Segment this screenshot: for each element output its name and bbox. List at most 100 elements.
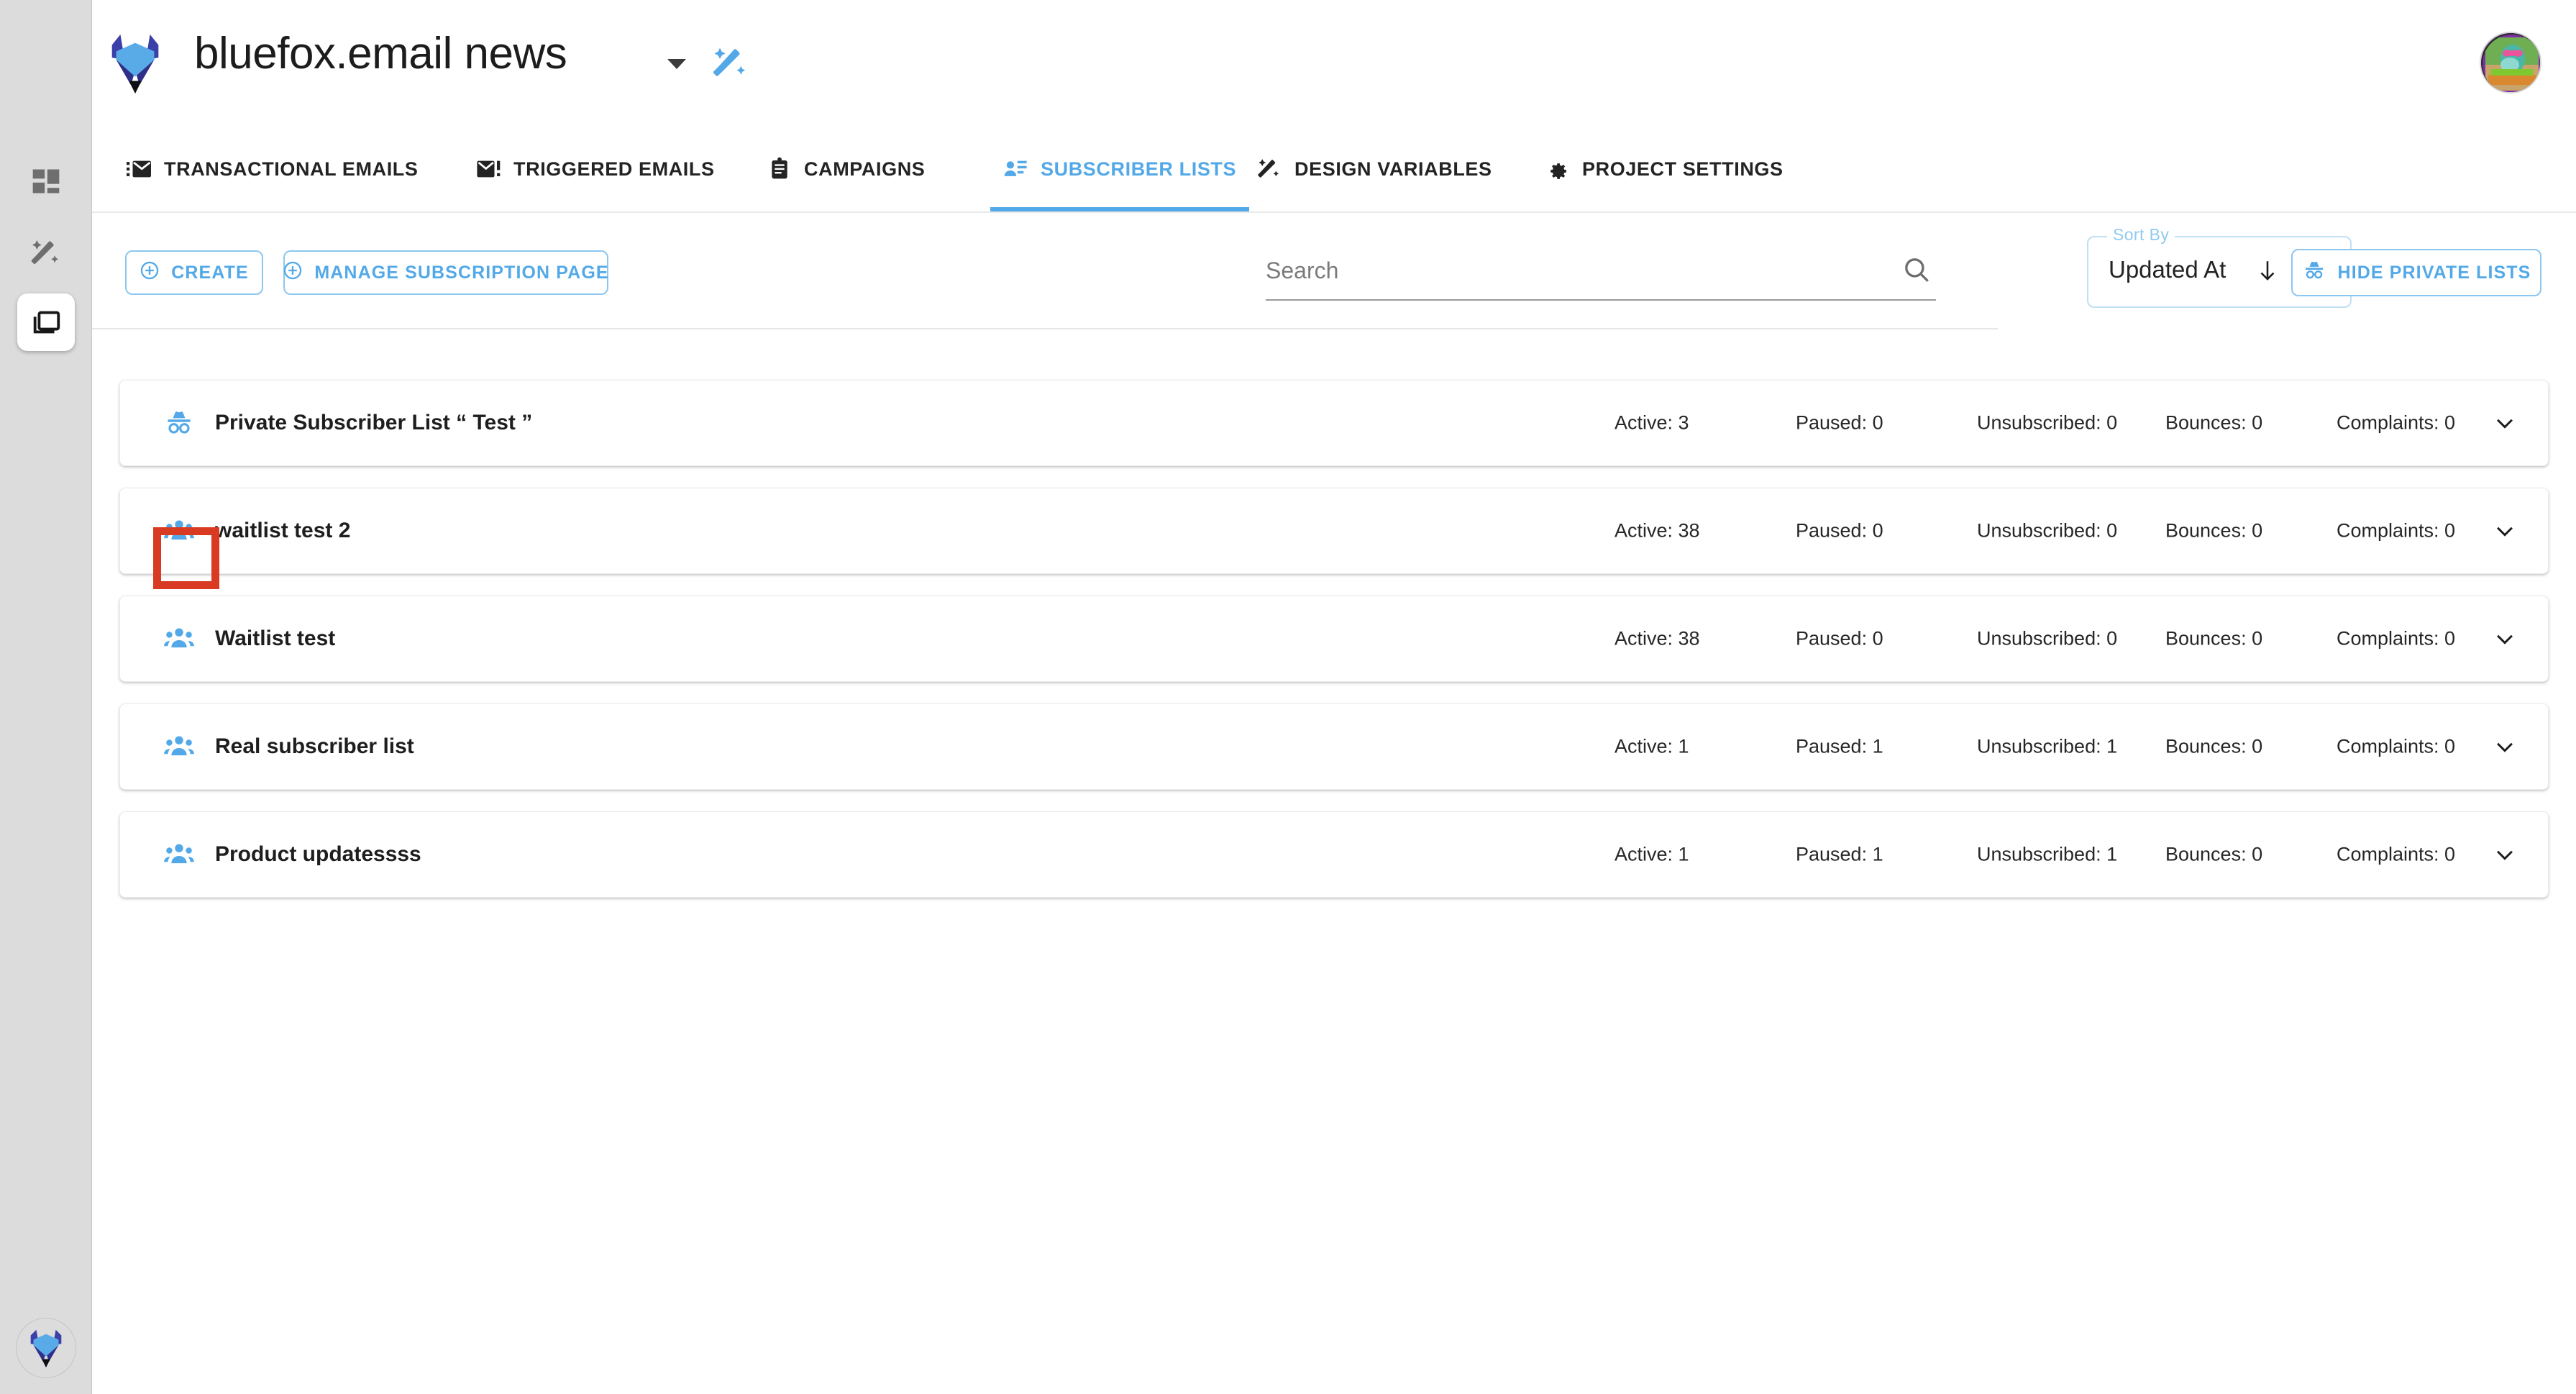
stat-bounces: Bounces: 0	[2165, 843, 2263, 865]
create-button-label: CREATE	[171, 262, 249, 283]
subscriber-list-icon	[1003, 157, 1028, 181]
transactional-email-icon	[127, 157, 151, 181]
group-people-icon	[162, 514, 196, 548]
table-row[interactable]: waitlist test 2 Active: 38 Paused: 0 Uns…	[119, 488, 2549, 574]
table-row[interactable]: Real subscriber list Active: 1 Paused: 1…	[119, 703, 2549, 790]
rail-item-design[interactable]	[17, 224, 75, 282]
incognito-icon	[162, 406, 196, 440]
app-logo[interactable]	[92, 20, 178, 106]
list-item-stats: Active: 1 Paused: 1 Unsubscribed: 1 Boun…	[1614, 736, 2479, 758]
expand-row-chevron-down-icon[interactable]	[2489, 623, 2521, 655]
hide-private-lists-button[interactable]: HIDE PRIVATE LISTS	[2291, 249, 2541, 296]
toolbar-divider	[92, 328, 1998, 329]
stat-complaints: Complaints: 0	[2337, 735, 2456, 757]
stat-unsubscribed: Unsubscribed: 1	[1977, 735, 2118, 757]
app-header: bluefox.email news	[92, 0, 2576, 127]
campaign-icon	[768, 157, 791, 181]
expand-row-chevron-down-icon[interactable]	[2489, 515, 2521, 547]
tab-subscriber-lists[interactable]: SUBSCRIBER LISTS	[990, 127, 1250, 211]
table-row[interactable]: Waitlist test Active: 38 Paused: 0 Unsub…	[119, 596, 2549, 682]
subscriber-list-container: Private Subscriber List “ Test ” Active:…	[92, 380, 2576, 919]
magic-wand-icon	[30, 237, 62, 269]
list-item-stats: Active: 38 Paused: 0 Unsubscribed: 0 Bou…	[1614, 520, 2479, 542]
expand-row-chevron-down-icon[interactable]	[2489, 731, 2521, 762]
search-icon[interactable]	[1901, 255, 1932, 288]
tab-label: TRIGGERED EMAILS	[513, 158, 715, 180]
stat-complaints: Complaints: 0	[2337, 519, 2456, 542]
group-people-icon	[162, 729, 196, 764]
main-tabbar: TRANSACTIONAL EMAILS TRIGGERED EMAILS CA…	[92, 127, 2576, 213]
stat-active: Active: 1	[1614, 735, 1689, 757]
stat-unsubscribed: Unsubscribed: 0	[1977, 627, 2118, 650]
stat-active: Active: 3	[1614, 411, 1689, 434]
tab-design-variables[interactable]: DESIGN VARIABLES	[1257, 127, 1492, 211]
stat-complaints: Complaints: 0	[2337, 843, 2456, 865]
arrow-down-icon[interactable]	[2255, 256, 2280, 288]
group-people-icon	[162, 621, 196, 656]
gear-icon	[1545, 157, 1569, 181]
list-item-title: waitlist test 2	[215, 519, 351, 542]
avatar[interactable]	[2480, 32, 2541, 94]
list-item-stats: Active: 38 Paused: 0 Unsubscribed: 0 Bou…	[1614, 628, 2479, 650]
triggered-email-icon	[476, 157, 501, 181]
dashboard-grid-icon	[30, 165, 62, 197]
plus-circle-icon	[140, 260, 160, 286]
stat-complaints: Complaints: 0	[2337, 411, 2456, 434]
list-item-stats: Active: 3 Paused: 0 Unsubscribed: 0 Boun…	[1614, 412, 2479, 434]
manage-subscription-page-button[interactable]: MANAGE SUBSCRIPTION PAGE	[283, 250, 608, 295]
magic-wand-icon[interactable]	[712, 45, 749, 86]
tab-triggered-emails[interactable]: TRIGGERED EMAILS	[476, 127, 715, 211]
rail-item-projects[interactable]	[17, 293, 75, 351]
bluefox-logo-bottom[interactable]	[16, 1318, 76, 1378]
sort-by-value: Updated At	[2109, 256, 2226, 283]
chevron-down-icon[interactable]	[667, 59, 686, 69]
tab-label: TRANSACTIONAL EMAILS	[164, 158, 419, 180]
create-button[interactable]: CREATE	[125, 250, 263, 295]
list-toolbar: CREATE MANAGE SUBSCRIPTION PAGE Sort By …	[92, 213, 2576, 328]
group-people-icon	[162, 837, 196, 872]
bluefox-logo-icon	[24, 1324, 68, 1372]
rail-item-dashboard[interactable]	[17, 152, 75, 210]
page-title: bluefox.email news	[194, 29, 567, 78]
stat-unsubscribed: Unsubscribed: 0	[1977, 411, 2118, 434]
stat-complaints: Complaints: 0	[2337, 627, 2456, 650]
tab-project-settings[interactable]: PROJECT SETTINGS	[1545, 127, 1783, 211]
stat-active: Active: 38	[1614, 627, 1700, 650]
left-rail	[0, 0, 92, 1394]
tab-campaigns[interactable]: CAMPAIGNS	[768, 127, 925, 211]
list-item-stats: Active: 1 Paused: 1 Unsubscribed: 1 Boun…	[1614, 844, 2479, 866]
tab-transactional-emails[interactable]: TRANSACTIONAL EMAILS	[127, 127, 419, 211]
list-item-title: Product updatessss	[215, 842, 421, 866]
stat-paused: Paused: 0	[1796, 519, 1883, 542]
incognito-icon	[2302, 258, 2326, 288]
hide-private-lists-label: HIDE PRIVATE LISTS	[2337, 262, 2531, 283]
list-item-title: Real subscriber list	[215, 734, 414, 758]
stat-paused: Paused: 1	[1796, 735, 1883, 757]
stat-active: Active: 38	[1614, 519, 1700, 542]
magic-wand-icon	[1257, 157, 1282, 181]
table-row[interactable]: Product updatessss Active: 1 Paused: 1 U…	[119, 811, 2549, 898]
stat-active: Active: 1	[1614, 843, 1689, 865]
stat-bounces: Bounces: 0	[2165, 627, 2263, 650]
stat-bounces: Bounces: 0	[2165, 411, 2263, 434]
tab-label: DESIGN VARIABLES	[1294, 158, 1492, 180]
manage-subscription-page-label: MANAGE SUBSCRIPTION PAGE	[314, 262, 609, 283]
stat-bounces: Bounces: 0	[2165, 519, 2263, 542]
expand-row-chevron-down-icon[interactable]	[2489, 839, 2521, 870]
bluefox-logo-icon	[101, 28, 169, 99]
tab-label: PROJECT SETTINGS	[1582, 158, 1783, 180]
stat-unsubscribed: Unsubscribed: 1	[1977, 843, 2118, 865]
search-field[interactable]	[1266, 245, 1936, 301]
stat-unsubscribed: Unsubscribed: 0	[1977, 519, 2118, 542]
plus-circle-icon	[283, 260, 303, 286]
tab-label: CAMPAIGNS	[804, 158, 926, 180]
stat-paused: Paused: 0	[1796, 411, 1883, 434]
copy-folder-icon	[29, 306, 63, 339]
expand-row-chevron-down-icon[interactable]	[2489, 407, 2521, 439]
stat-paused: Paused: 1	[1796, 843, 1883, 865]
stat-bounces: Bounces: 0	[2165, 735, 2263, 757]
list-item-title: Waitlist test	[215, 627, 336, 650]
table-row[interactable]: Private Subscriber List “ Test ” Active:…	[119, 380, 2549, 466]
tab-label: SUBSCRIBER LISTS	[1041, 158, 1237, 180]
search-input[interactable]	[1266, 250, 1877, 291]
